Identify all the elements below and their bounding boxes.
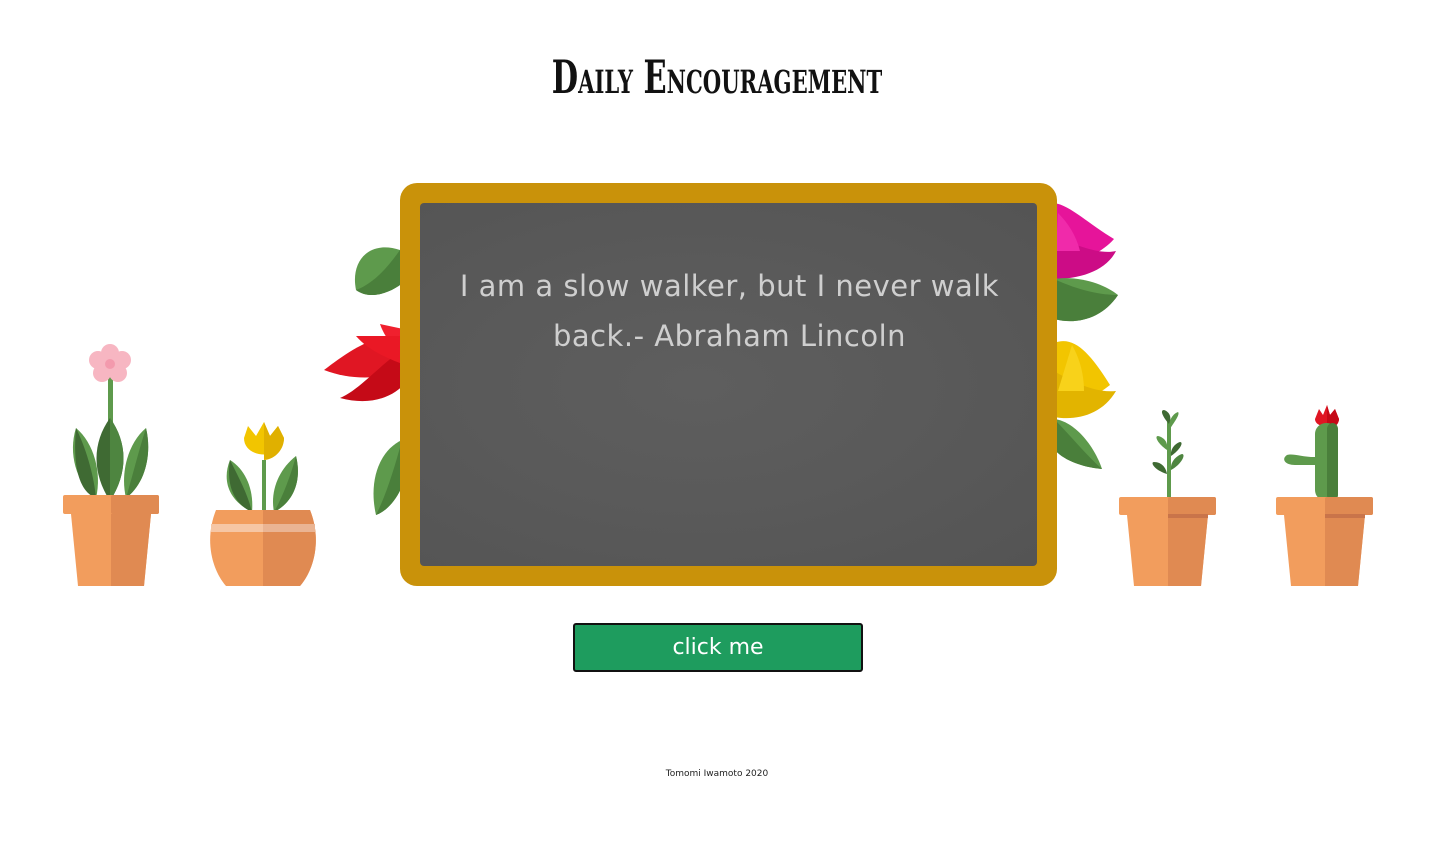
click-me-button[interactable]: click me [573,623,863,672]
yellow-tulip-round-pot-icon [210,422,316,586]
red-lotus-icon [324,324,408,402]
chalkboard-frame: I am a slow walker, but I never walk bac… [400,183,1057,586]
yellow-lotus-icon [1054,341,1116,419]
quote-text: I am a slow walker, but I never walk bac… [459,269,1000,353]
left-flower-cluster-icon [324,247,408,515]
sprout-pot-icon [1119,410,1216,586]
scene: I am a slow walker, but I never walk bac… [0,0,1434,845]
cactus-flower-pot-icon [1276,405,1373,586]
pink-flower-pot-icon [63,344,159,586]
magenta-lotus-icon [1054,203,1116,279]
chalkboard: I am a slow walker, but I never walk bac… [420,203,1037,566]
footer-credit: Tomomi Iwamoto 2020 [665,769,769,779]
